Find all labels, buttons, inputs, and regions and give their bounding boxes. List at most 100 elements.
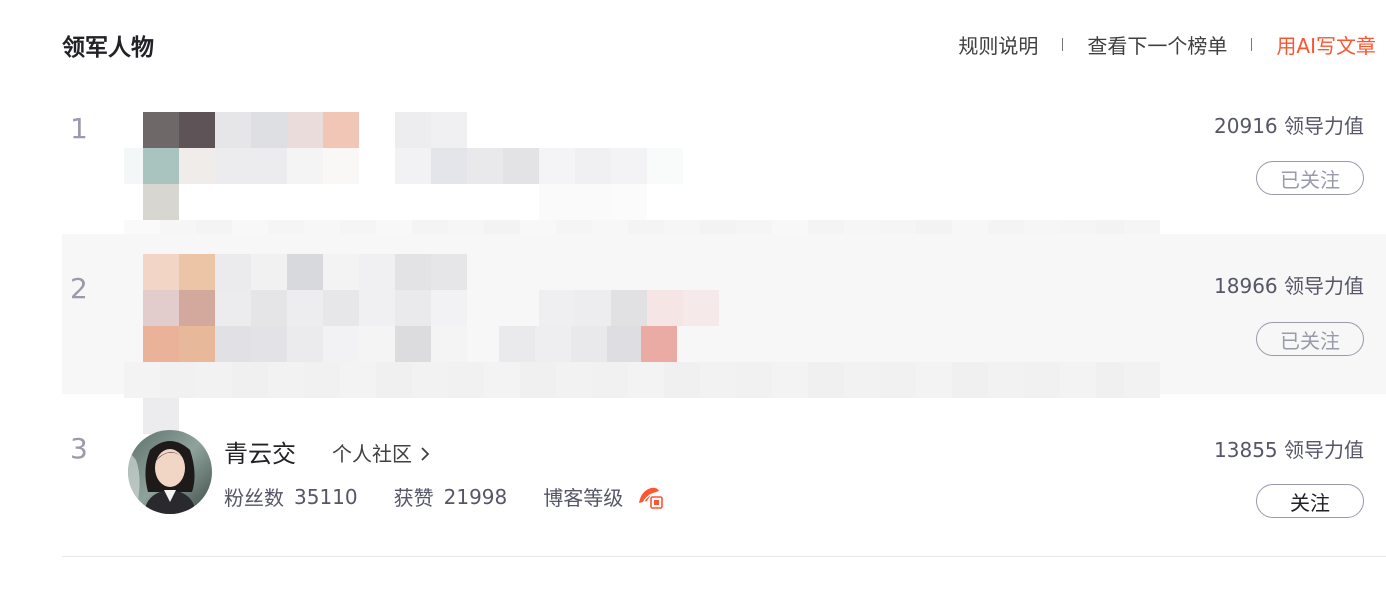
mosaic-block: [251, 326, 287, 362]
mosaic-block: [535, 326, 571, 362]
mosaic-block: [287, 290, 323, 326]
mosaic-block: [683, 290, 719, 326]
mosaic-block: [611, 290, 647, 326]
mosaic-block: [539, 290, 575, 326]
blog-level-label: 博客等级: [543, 486, 624, 510]
leadership-score: 20916 领导力值: [1214, 114, 1364, 138]
mosaic-block: [160, 362, 196, 398]
mosaic-block: [1124, 362, 1160, 398]
ranking-row: 2 18966 领导力值 已关注: [62, 234, 1386, 434]
mosaic-block: [323, 112, 359, 148]
likes-count: 21998: [443, 484, 508, 509]
mosaic-block: [772, 362, 808, 398]
mosaic-block: [143, 290, 179, 326]
likes-label: 获赞: [393, 486, 434, 510]
mosaic-block: [376, 362, 412, 398]
mosaic-block: [575, 148, 611, 184]
blog-level-icon: [637, 485, 664, 509]
mosaic-block: [359, 254, 395, 290]
mosaic-block: [412, 362, 448, 398]
mosaic-block: [520, 362, 556, 398]
mosaic-block: [647, 148, 683, 184]
mosaic-block: [143, 112, 179, 148]
mosaic-block: [647, 290, 683, 326]
mosaic-block: [641, 326, 677, 362]
mosaic-block: [539, 148, 575, 184]
mosaic-block: [611, 148, 647, 184]
mosaic-block: [844, 362, 880, 398]
mosaic-block: [395, 112, 431, 148]
mosaic-block: [215, 254, 251, 290]
mosaic-block: [215, 148, 251, 184]
mosaic-block: [215, 112, 251, 148]
mosaic-block: [395, 254, 431, 290]
mosaic-block: [484, 362, 520, 398]
ai-write-link[interactable]: 用AI写文章: [1276, 30, 1376, 59]
mosaic-block: [539, 184, 575, 220]
mosaic-block: [431, 112, 467, 148]
mosaic-block: [323, 254, 359, 290]
follow-button[interactable]: 已关注: [1256, 322, 1364, 356]
rules-link[interactable]: 规则说明: [958, 30, 1038, 59]
header-links: 规则说明 查看下一个榜单 用AI写文章: [958, 30, 1376, 59]
mosaic-block: [251, 148, 287, 184]
fans-label: 粉丝数: [224, 486, 284, 510]
mosaic-block: [323, 326, 359, 362]
mosaic-block: [124, 362, 160, 398]
mosaic-block: [499, 326, 535, 362]
rank-number: 2: [70, 272, 88, 305]
mosaic-block: [287, 148, 323, 184]
mosaic-block: [808, 362, 844, 398]
mosaic-block: [179, 112, 215, 148]
mosaic-block: [988, 362, 1024, 398]
chevron-right-icon: [418, 442, 430, 466]
avatar-image: [128, 430, 212, 514]
leadership-score: 18966 领导力值: [1214, 274, 1364, 298]
divider: [1251, 38, 1253, 51]
rank-number: 3: [70, 432, 88, 465]
fans-count: 35110: [294, 484, 358, 509]
mosaic-block: [431, 326, 467, 362]
mosaic-block: [628, 362, 664, 398]
mosaic-block: [179, 290, 215, 326]
mosaic-block: [467, 148, 503, 184]
mosaic-block: [251, 290, 287, 326]
mosaic-block: [431, 254, 467, 290]
mosaic-block: [575, 184, 611, 220]
community-link[interactable]: 个人社区: [332, 438, 430, 467]
mosaic-block: [251, 254, 287, 290]
mosaic-block: [592, 362, 628, 398]
mosaic-block: [395, 326, 431, 362]
mosaic-block: [268, 362, 304, 398]
mosaic-block: [179, 254, 215, 290]
mosaic-block: [736, 362, 772, 398]
mosaic-block: [215, 290, 251, 326]
mosaic-block: [1024, 362, 1060, 398]
follow-button[interactable]: 关注: [1256, 484, 1364, 518]
avatar[interactable]: [128, 430, 212, 514]
mosaic-block: [287, 254, 323, 290]
mosaic-block: [359, 290, 395, 326]
mosaic-block: [340, 362, 376, 398]
mosaic-block: [611, 184, 647, 220]
community-label: 个人社区: [332, 442, 412, 466]
mosaic-block: [916, 362, 952, 398]
mosaic-block: [431, 290, 467, 326]
ranking-row: 1 20916 领导力值 已关注: [62, 74, 1386, 256]
mosaic-block: [323, 148, 359, 184]
mosaic-block: [575, 290, 611, 326]
mosaic-block: [143, 148, 179, 184]
mosaic-block: [395, 148, 431, 184]
mosaic-block: [143, 184, 179, 220]
mosaic-block: [431, 148, 467, 184]
mosaic-block: [287, 326, 323, 362]
leadership-score: 13855 领导力值: [1214, 438, 1364, 462]
ranking-title: 领军人物: [62, 35, 154, 61]
mosaic-block: [143, 254, 179, 290]
mosaic-block: [251, 112, 287, 148]
mosaic-block: [556, 362, 592, 398]
user-name[interactable]: 青云交: [224, 434, 296, 469]
follow-button[interactable]: 已关注: [1256, 161, 1364, 195]
next-list-link[interactable]: 查看下一个榜单: [1087, 30, 1227, 59]
mosaic-block: [232, 362, 268, 398]
